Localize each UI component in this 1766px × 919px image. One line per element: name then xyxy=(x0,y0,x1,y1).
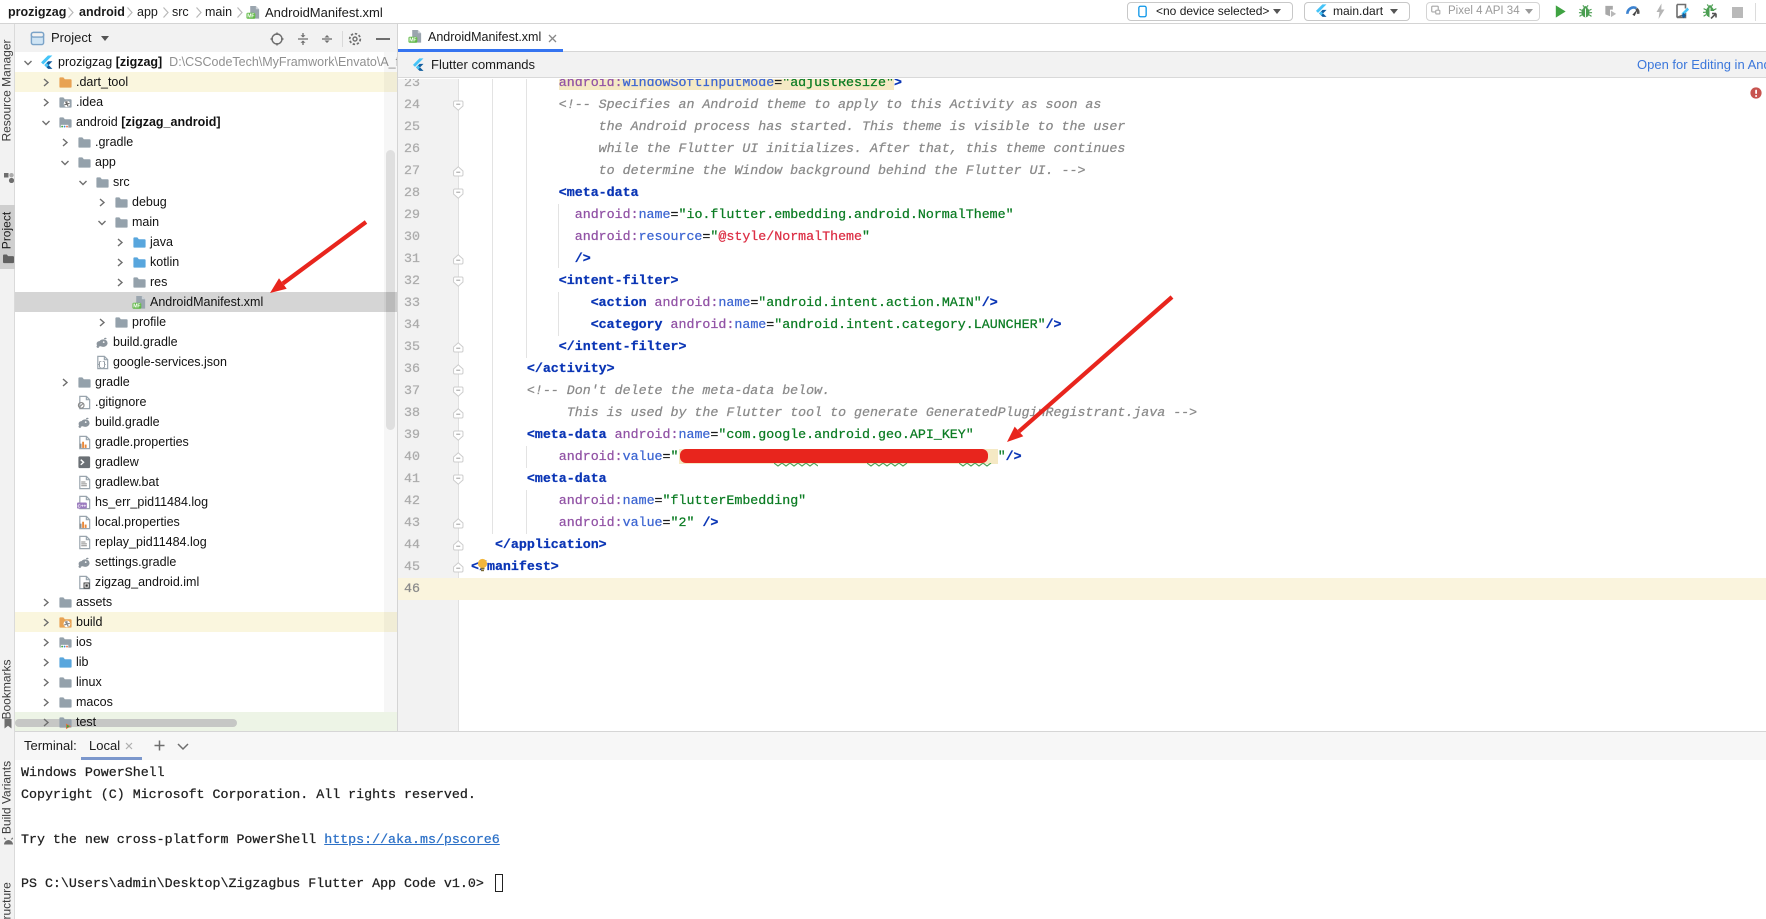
svg-text:MF: MF xyxy=(133,304,140,310)
svg-text:MF: MF xyxy=(409,38,416,44)
svg-text:{}: {} xyxy=(98,361,107,369)
svg-text:C++: C++ xyxy=(77,503,86,508)
